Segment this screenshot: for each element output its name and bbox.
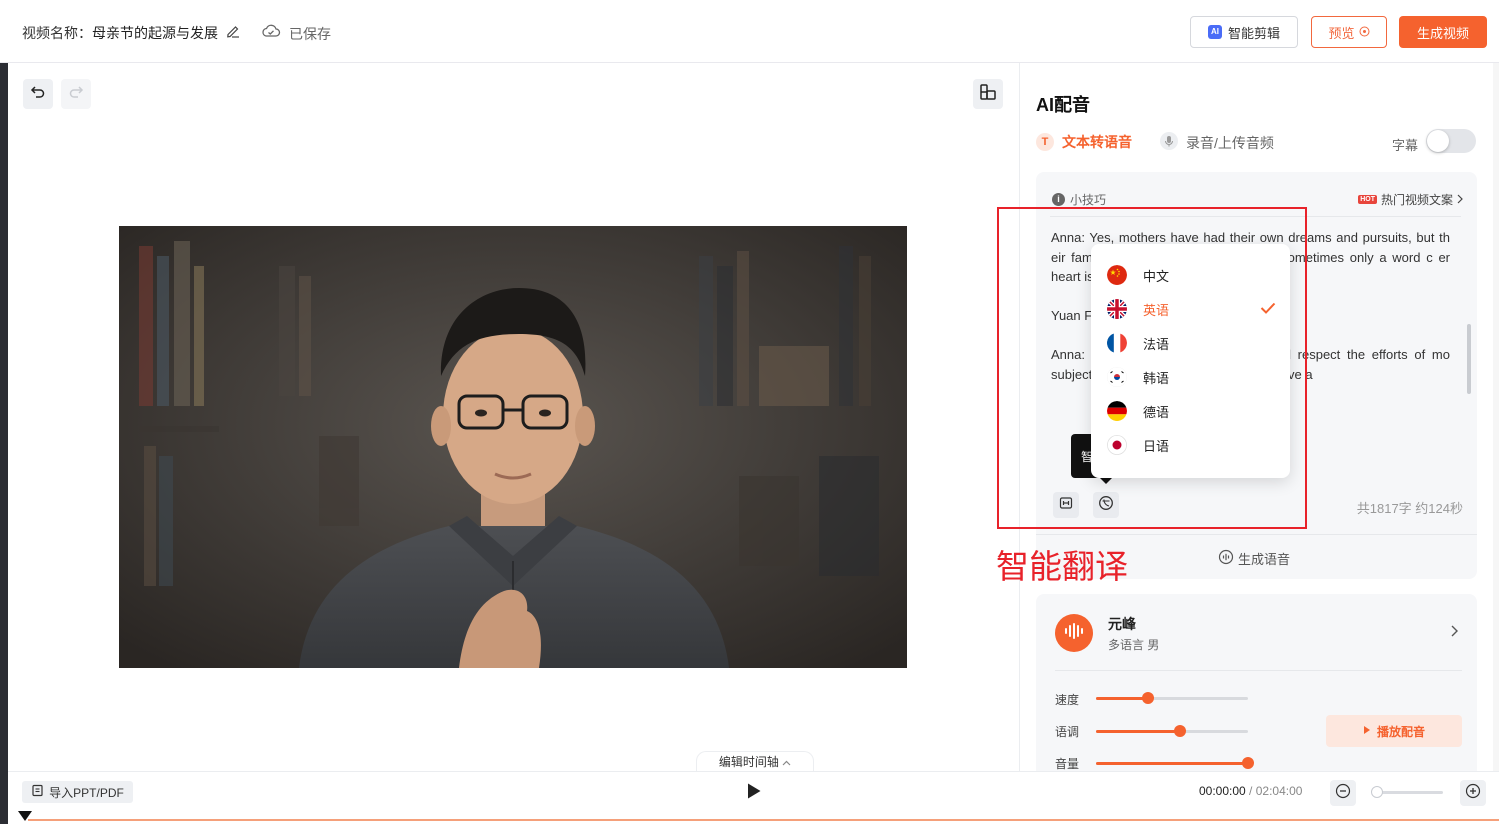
- video-name-label: 视频名称：: [22, 25, 92, 41]
- help-circle-icon: [1359, 25, 1370, 40]
- annotation-label: 智能翻译: [996, 548, 1128, 585]
- edit-timeline-toggle[interactable]: 编辑时间轴: [696, 751, 814, 773]
- sound-wave-icon: [1063, 622, 1085, 644]
- redo-icon: [68, 84, 84, 105]
- play-icon: [1363, 724, 1371, 738]
- speed-slider-fill: [1096, 697, 1148, 700]
- text-scrollbar[interactable]: [1467, 324, 1471, 394]
- undo-icon: [30, 84, 46, 105]
- time-display: 00:00:00 / 02:04:00: [1199, 784, 1302, 798]
- pitch-slider-handle[interactable]: [1173, 725, 1186, 737]
- hot-scripts-label: 热门视频文案: [1380, 193, 1453, 207]
- import-ppt-pdf-button[interactable]: 导入PPT/PDF: [22, 781, 133, 803]
- panel-title: AI配音: [1036, 95, 1090, 115]
- play-voice-label: 播放配音: [1376, 724, 1425, 739]
- document-import-icon: [31, 784, 44, 800]
- play-button[interactable]: [746, 782, 762, 805]
- timeline-track[interactable]: [8, 811, 1499, 824]
- layout-icon: [979, 83, 997, 106]
- hot-badge-icon: HOT: [1358, 195, 1377, 204]
- chevron-up-icon: [782, 755, 791, 769]
- edit-pencil-icon[interactable]: [226, 24, 240, 43]
- zoom-in-button[interactable]: [1460, 780, 1486, 806]
- redo-button[interactable]: [61, 79, 91, 109]
- info-icon: i: [1052, 193, 1065, 206]
- tab-text-to-speech[interactable]: T 文本转语音: [1036, 132, 1132, 152]
- chevron-right-icon[interactable]: [1450, 624, 1458, 642]
- subtitle-label: 字幕: [1392, 138, 1419, 153]
- generate-video-button[interactable]: 生成视频: [1399, 16, 1487, 48]
- generate-voice-label: 生成语音: [1238, 552, 1291, 567]
- layout-button[interactable]: [973, 79, 1003, 109]
- preview-label: 预览: [1328, 25, 1355, 41]
- speed-slider[interactable]: [1096, 692, 1248, 704]
- volume-slider[interactable]: [1096, 757, 1254, 769]
- ai-badge-icon: AI: [1207, 25, 1222, 39]
- hot-scripts-link[interactable]: HOT 热门视频文案: [1358, 191, 1463, 208]
- video-name: 视频名称：母亲节的起源与发展: [22, 23, 218, 43]
- char-count: 共1817字 约124秒: [1356, 501, 1463, 516]
- time-separator: /: [1245, 784, 1256, 798]
- bottom-bar: 导入PPT/PDF 00:00:00 / 02:04:00: [8, 771, 1499, 811]
- total-time: 02:04:00: [1255, 784, 1303, 798]
- microphone-icon: [1160, 132, 1178, 153]
- saved-status: 已保存: [289, 26, 331, 42]
- tab-tts-label: 文本转语音: [1062, 134, 1132, 150]
- presenter-photo-drawing: [119, 226, 907, 668]
- volume-slider-fill: [1096, 762, 1248, 765]
- voice-name: 元峰: [1108, 616, 1136, 632]
- divider: [1036, 534, 1477, 535]
- playhead-marker[interactable]: [18, 811, 32, 821]
- tab-record-label: 录音/上传音频: [1186, 134, 1274, 151]
- pitch-slider[interactable]: [1096, 725, 1248, 737]
- tips-link[interactable]: i 小技巧: [1052, 191, 1106, 208]
- plus-circle-icon: [1465, 783, 1481, 804]
- presenter-image[interactable]: [119, 226, 907, 668]
- volume-label: 音量: [1055, 757, 1080, 771]
- generate-voice-button[interactable]: 生成语音: [1218, 549, 1290, 568]
- panel-scrollbar[interactable]: [1493, 63, 1499, 771]
- cloud-saved-icon: [261, 23, 281, 44]
- undo-button[interactable]: [23, 79, 53, 109]
- ai-edit-button[interactable]: AI 智能剪辑: [1190, 16, 1298, 48]
- preview-button[interactable]: 预览: [1311, 16, 1387, 48]
- ai-edit-label: 智能剪辑: [1227, 25, 1280, 41]
- voice-meta: 多语言 男: [1108, 638, 1160, 652]
- subtitle-toggle[interactable]: [1426, 129, 1476, 153]
- video-title[interactable]: 母亲节的起源与发展: [92, 25, 218, 41]
- tips-label: 小技巧: [1070, 193, 1107, 207]
- edit-timeline-label: 编辑时间轴: [718, 755, 779, 769]
- voice-avatar[interactable]: [1055, 614, 1093, 652]
- minus-circle-icon: [1335, 783, 1351, 804]
- annotation-highlight-box: [997, 207, 1307, 529]
- current-time: 00:00:00: [1199, 784, 1246, 798]
- timeline-progress-line: [28, 819, 1499, 821]
- speed-label: 速度: [1055, 693, 1080, 707]
- pitch-slider-fill: [1096, 730, 1180, 733]
- tab-record-upload[interactable]: 录音/上传音频: [1160, 132, 1274, 153]
- voice-settings-card: 元峰 多语言 男 速度 语调 音量 播放配音: [1036, 594, 1477, 784]
- chevron-right-icon: [1457, 193, 1463, 207]
- speed-slider-handle[interactable]: [1141, 692, 1154, 704]
- toggle-knob: [1427, 130, 1449, 152]
- zoom-slider-handle[interactable]: [1371, 786, 1383, 798]
- play-voice-button[interactable]: 播放配音: [1326, 715, 1462, 747]
- editor-canvas: 编辑时间轴: [8, 63, 1019, 773]
- zoom-slider[interactable]: [1371, 786, 1443, 798]
- import-label: 导入PPT/PDF: [49, 785, 124, 800]
- pitch-label: 语调: [1055, 725, 1080, 739]
- top-bar: 视频名称：母亲节的起源与发展 已保存 AI 智能剪辑 预览 生成视频: [0, 0, 1499, 63]
- waveform-circle-icon: [1218, 549, 1234, 568]
- divider: [1055, 670, 1462, 671]
- zoom-out-button[interactable]: [1330, 780, 1356, 806]
- text-t-icon: T: [1036, 133, 1054, 151]
- volume-slider-handle[interactable]: [1242, 757, 1254, 769]
